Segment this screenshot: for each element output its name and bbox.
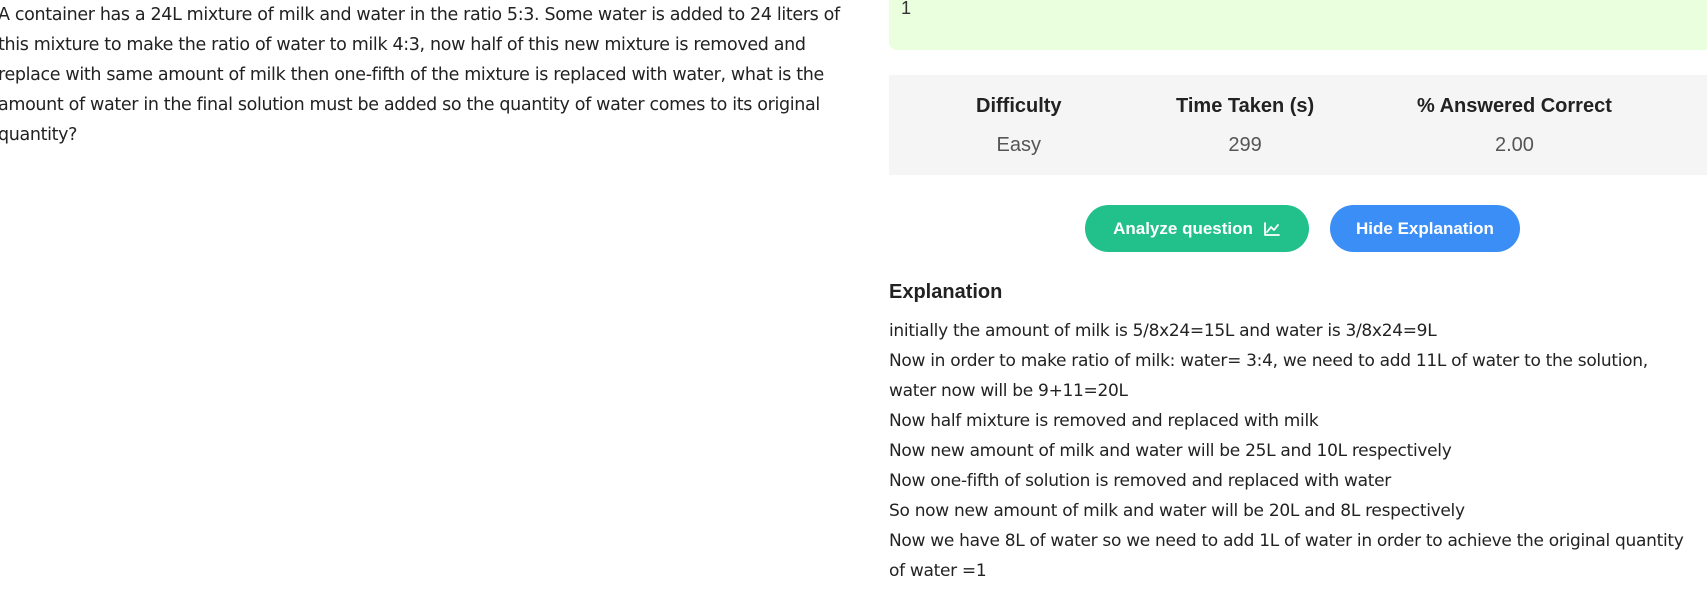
- explanation-line: So now new amount of milk and water will…: [889, 501, 1465, 521]
- stat-difficulty: Difficulty Easy: [976, 95, 1062, 157]
- explanation-title: Explanation: [889, 281, 1003, 303]
- stat-correct: % Answered Correct 2.00: [1417, 95, 1612, 157]
- stats-panel: Difficulty Easy Time Taken (s) 299 % Ans…: [889, 75, 1707, 175]
- chart-line-icon: [1263, 221, 1281, 237]
- stat-time: Time Taken (s) 299: [1176, 95, 1314, 157]
- analyze-question-label: Analyze question: [1113, 218, 1253, 238]
- question-text: A container has a 24L mixture of milk an…: [0, 5, 840, 145]
- explanation-line: initially the amount of milk is 5/8x24=1…: [889, 321, 1437, 341]
- explanation-line: Now half mixture is removed and replaced…: [889, 411, 1319, 431]
- explanation-line: Now in order to make ratio of milk: wate…: [889, 351, 1648, 401]
- answer-box: 1: [889, 0, 1707, 50]
- difficulty-label: Difficulty: [976, 95, 1062, 117]
- analyze-question-button[interactable]: Analyze question: [1085, 205, 1309, 252]
- hide-explanation-button[interactable]: Hide Explanation: [1330, 205, 1520, 252]
- correct-value: 2.00: [1494, 134, 1534, 156]
- time-value: 299: [1228, 134, 1262, 156]
- time-label: Time Taken (s): [1176, 95, 1315, 117]
- difficulty-value: Easy: [996, 134, 1042, 156]
- correct-label: % Answered Correct: [1417, 95, 1612, 117]
- explanation-line: Now one-fifth of solution is removed and…: [889, 471, 1391, 491]
- explanation-body: initially the amount of milk is 5/8x24=1…: [889, 316, 1699, 586]
- hide-explanation-label: Hide Explanation: [1356, 218, 1494, 238]
- explanation-line: Now new amount of milk and water will be…: [889, 441, 1452, 461]
- answer-value: 1: [901, 0, 912, 18]
- explanation-line: Now we have 8L of water so we need to ad…: [889, 531, 1684, 581]
